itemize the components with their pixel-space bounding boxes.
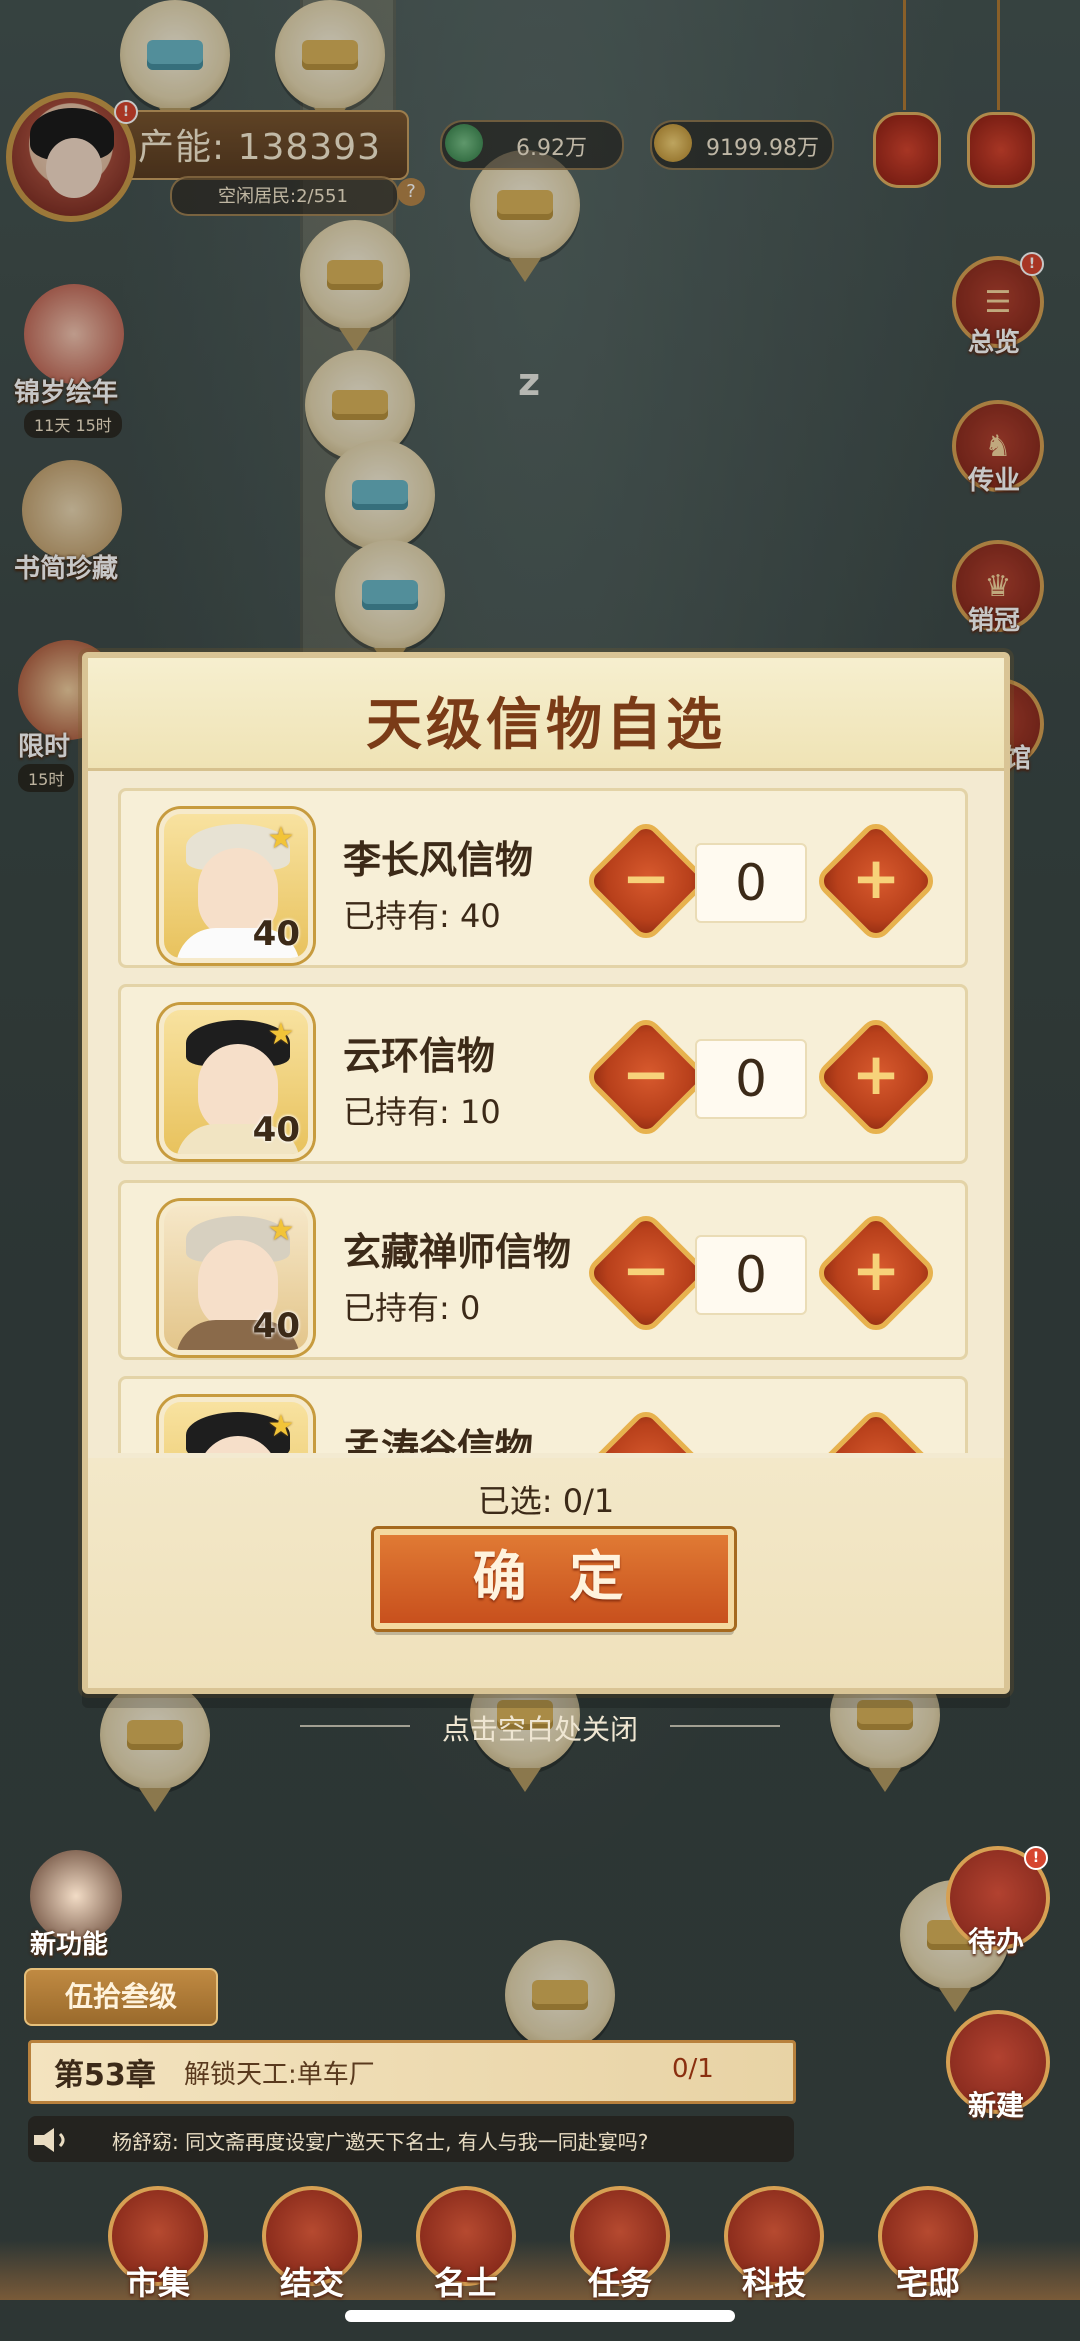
chapter-description: 解锁天工:单车厂 xyxy=(184,2060,375,2090)
todo-label: 待办 xyxy=(968,1925,1025,1958)
portrait-level: 40 xyxy=(252,1306,300,1346)
token-portrait: ★ 40 xyxy=(159,1005,313,1159)
nav-notables-label: 名士 xyxy=(433,2264,498,2302)
token-list-item: ★ 40 李长风信物 已持有: 40 − 0 + xyxy=(118,788,968,968)
chat-message-text: 杨舒窈: 同文斋再度设宴广邀天下名士, 有人与我一同赴宴吗? xyxy=(112,2130,649,2154)
decrease-button[interactable] xyxy=(582,1405,710,1453)
quantity-field[interactable]: 0 xyxy=(695,843,807,923)
plus-icon: + xyxy=(851,1236,901,1304)
home-indicator[interactable] xyxy=(345,2310,735,2322)
token-name: 玄藏禅师信物 xyxy=(343,1230,572,1274)
plus-icon: + xyxy=(851,1040,901,1108)
dialog-title: 天级信物自选 xyxy=(366,693,726,758)
star-icon: ★ xyxy=(267,821,295,856)
token-list[interactable]: ★ 40 李长风信物 已持有: 40 − 0 + ★ 40 云环信物 已持有: … xyxy=(118,788,968,1453)
todo-alert-badge: ! xyxy=(1024,1846,1048,1870)
star-icon: ★ xyxy=(267,1409,295,1444)
token-list-item: ★ 孟涛谷信物 xyxy=(118,1376,968,1453)
token-list-item: ★ 40 云环信物 已持有: 10 − 0 + xyxy=(118,984,968,1164)
minus-icon: − xyxy=(621,844,671,912)
token-name: 孟涛谷信物 xyxy=(343,1426,534,1453)
nav-mansion-label: 宅邸 xyxy=(895,2264,960,2302)
nav-tasks-label: 任务 xyxy=(587,2264,652,2302)
token-list-item: ★ 40 玄藏禅师信物 已持有: 0 − 0 + xyxy=(118,1180,968,1360)
level-tag[interactable]: 伍拾叁级 xyxy=(24,1968,218,2026)
token-name: 云环信物 xyxy=(343,1034,496,1078)
new-feature-label: 新功能 xyxy=(30,1930,109,1960)
nav-market-label: 市集 xyxy=(125,2264,190,2302)
token-portrait: ★ 40 xyxy=(159,1201,313,1355)
plus-icon: + xyxy=(851,844,901,912)
minus-icon: − xyxy=(621,1236,671,1304)
token-name: 李长风信物 xyxy=(343,838,534,882)
chapter-progress: 0/1 xyxy=(672,2054,714,2084)
nav-befriend-label: 结交 xyxy=(279,2264,344,2302)
minus-icon: − xyxy=(621,1040,671,1108)
token-owned: 已持有: 0 xyxy=(343,1289,481,1327)
token-portrait: ★ xyxy=(159,1397,313,1453)
token-owned: 已持有: 40 xyxy=(343,897,501,935)
build-label: 新建 xyxy=(968,2089,1025,2122)
nav-tech-label: 科技 xyxy=(741,2264,806,2302)
token-portrait: ★ 40 xyxy=(159,809,313,963)
quantity-field[interactable]: 0 xyxy=(695,1235,807,1315)
close-hint: 点击空白处关闭 xyxy=(441,1713,638,1746)
star-icon: ★ xyxy=(267,1017,295,1052)
speaker-icon xyxy=(34,2128,65,2152)
quantity-field[interactable]: 0 xyxy=(695,1039,807,1119)
chapter-title: 第53章 xyxy=(54,2058,156,2093)
increase-button[interactable] xyxy=(812,1405,940,1453)
token-select-dialog: 天级信物自选 ★ 40 李长风信物 已持有: 40 − 0 + ★ 40 云环信… xyxy=(82,652,1010,1694)
selected-count: 已选: 0/1 xyxy=(477,1482,615,1520)
token-owned: 已持有: 10 xyxy=(343,1093,501,1131)
confirm-button-label: 确 定 xyxy=(472,1545,636,1608)
portrait-level: 40 xyxy=(252,914,300,954)
star-icon: ★ xyxy=(267,1213,295,1248)
portrait-level: 40 xyxy=(252,1110,300,1150)
